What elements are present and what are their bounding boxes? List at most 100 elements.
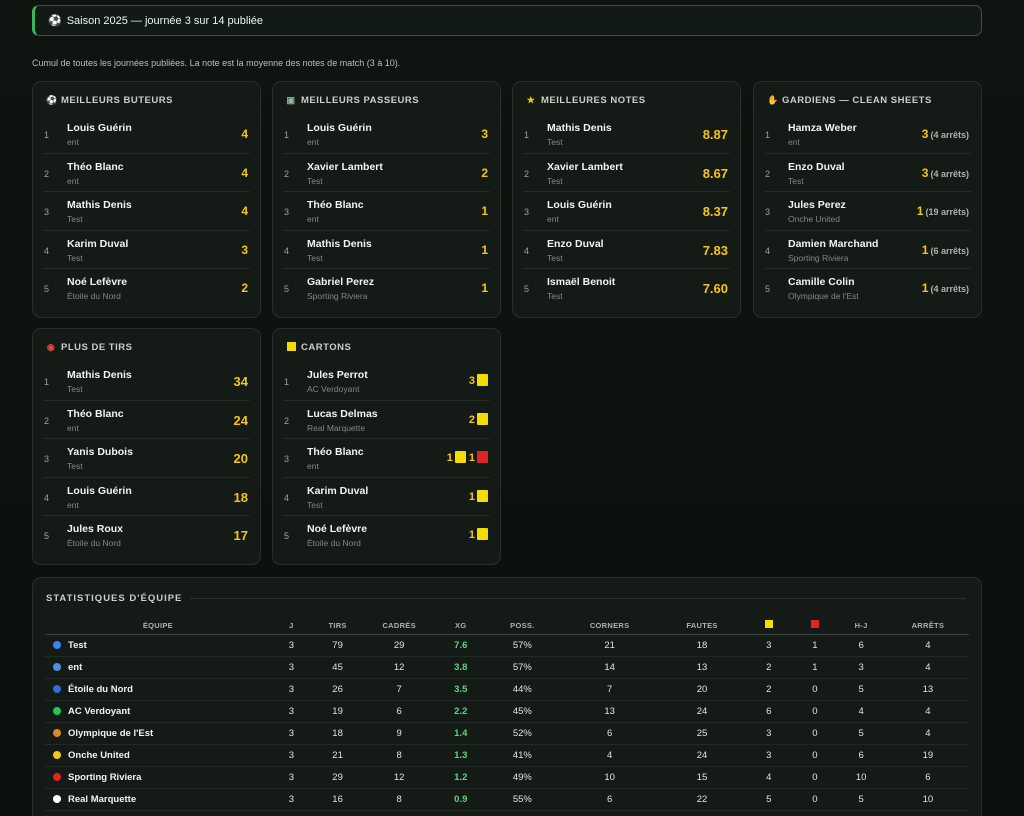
player-team: Étoile du Nord <box>307 538 361 548</box>
cell-j: 3 <box>270 656 312 679</box>
cell-tirs: 29 <box>311 766 364 789</box>
player-name: Mathis Denis <box>67 199 132 211</box>
cell-r: 0 <box>794 788 836 811</box>
list-item[interactable]: 5 Gabriel Perez Sporting Riviera 1 <box>283 269 490 308</box>
table-row[interactable]: AC Verdoyant 3 19 6 2.2 45% 13 24 6 0 4 4 <box>45 700 969 723</box>
list-item[interactable]: 5 Jules Roux Étoile du Nord 17 <box>43 516 250 555</box>
list-item[interactable]: 2 Enzo Duval Test 3 (4 arrêts) <box>764 154 971 192</box>
list-item[interactable]: 4 Karim Duval Test 3 <box>43 231 250 269</box>
column-header[interactable]: FAUTES <box>660 617 744 635</box>
list-item[interactable]: 3 Théo Blanc ent 1 1 <box>283 439 490 478</box>
list-item[interactable]: 4 Damien Marchand Sporting Riviera 1 (6 arrê… <box>764 231 971 269</box>
stat-value: 18 <box>233 489 248 505</box>
list-item[interactable]: 5 Noé Lefèvre Étoile du Nord 1 <box>283 516 490 555</box>
cell-hj: 3 <box>835 656 887 679</box>
cell-poss: 52% <box>486 722 559 745</box>
cell-y: 3 <box>743 744 795 767</box>
list-item[interactable]: 3 Mathis Denis Test 4 <box>43 192 250 231</box>
list-item[interactable]: 2 Théo Blanc ent 24 <box>43 401 250 439</box>
player-name: Hamza Weber <box>788 122 857 134</box>
cell-r: 1 <box>794 634 836 657</box>
player-team: ent <box>788 137 800 147</box>
column-header[interactable]: CORNERS <box>558 617 661 635</box>
cell-poss: 57% <box>486 634 559 657</box>
column-header[interactable]: J <box>270 617 312 635</box>
table-row[interactable]: Test 3 79 29 7.6 57% 21 18 3 1 6 4 <box>45 634 969 657</box>
cell-y: 6 <box>743 700 795 723</box>
list-item[interactable]: 3 Louis Guérin ent 8.37 <box>523 192 730 231</box>
cell-xg: 1.4 <box>435 722 487 745</box>
list-item[interactable]: 3 Yanis Dubois Test 20 <box>43 439 250 478</box>
list-item[interactable]: 4 Louis Guérin ent 18 <box>43 478 250 516</box>
list-item[interactable]: 5 Ismaël Benoit Test 7.60 <box>523 269 730 308</box>
cell-fautes: 25 <box>660 722 744 745</box>
list-item[interactable]: 2 Lucas Delmas Real Marquette 2 <box>283 401 490 439</box>
table-row[interactable]: Onche United 3 21 8 1.3 41% 4 24 3 0 6 19 <box>45 744 969 767</box>
stat-value: 24 <box>233 412 248 428</box>
list-item[interactable]: 1 Louis Guérin ent 4 <box>43 115 250 154</box>
cell-r: 0 <box>794 722 836 745</box>
column-header[interactable]: ÉQUIPE <box>45 617 271 635</box>
rank: 5 <box>284 531 290 541</box>
cell-fautes: 20 <box>660 678 744 701</box>
assist-icon: ▣ <box>286 95 296 105</box>
list-item[interactable]: 2 Théo Blanc ent 4 <box>43 154 250 192</box>
team-name: Onche United <box>68 749 130 761</box>
list-item[interactable]: 1 Mathis Denis Test 8.87 <box>523 115 730 154</box>
cell-poss: 41% <box>486 744 559 767</box>
list-item[interactable]: 5 Camille Colin Olympique de l'Est 1 (4 arrê… <box>764 269 971 308</box>
column-header[interactable] <box>794 617 836 635</box>
player-team: Olympique de l'Est <box>788 291 859 301</box>
list-item[interactable]: 2 Xavier Lambert Test 8.67 <box>523 154 730 192</box>
rank: 1 <box>284 377 290 387</box>
stat-value: 7.60 <box>702 281 728 296</box>
season-banner: ⚽ Saison 2025 — journée 3 sur 14 publiée <box>32 5 982 36</box>
table-row[interactable]: Real Marquette 3 16 8 0.9 55% 6 22 5 0 5 10 <box>45 788 969 811</box>
player-team: Étoile du Nord <box>67 291 121 301</box>
stat-value: 3 <box>469 374 488 387</box>
team-stats-title: STATISTIQUES D'ÉQUIPE <box>46 593 966 604</box>
rank: 2 <box>284 415 290 426</box>
list-item[interactable]: 1 Hamza Weber ent 3 (4 arrêts) <box>764 115 971 154</box>
column-header[interactable]: H-J <box>835 617 887 635</box>
rank: 5 <box>44 284 50 294</box>
player-team: ent <box>307 137 319 147</box>
player-name: Théo Blanc <box>307 199 364 211</box>
cell-arrets: 19 <box>886 744 969 767</box>
list-item[interactable]: 4 Karim Duval Test 1 <box>283 478 490 516</box>
column-header[interactable]: XG <box>435 617 487 635</box>
list-item[interactable]: 3 Jules Perez Onche United 1 (19 arrêts) <box>764 192 971 231</box>
stat-value: 7.83 <box>702 242 728 258</box>
list-item[interactable]: 2 Xavier Lambert Test 2 <box>283 154 490 192</box>
stat-value: 4 <box>241 204 248 218</box>
cell-xg: 7.6 <box>435 634 487 657</box>
table-row[interactable]: Sporting Riviera 3 29 12 1.2 49% 10 15 4 0 10 6 <box>45 766 969 789</box>
cell-hj: 6 <box>835 744 887 767</box>
list-item[interactable]: 1 Louis Guérin ent 3 <box>283 115 490 154</box>
stat-value: 1 (6 arrêts) <box>921 242 969 257</box>
cell-hj: 10 <box>835 766 887 789</box>
cell-y: 5 <box>743 788 795 811</box>
table-row[interactable]: ent 3 45 12 3.8 57% 14 13 2 1 3 4 <box>45 656 969 679</box>
list-item[interactable]: 1 Jules Perrot AC Verdoyant 3 <box>283 362 490 401</box>
list-item[interactable]: 4 Mathis Denis Test 1 <box>283 231 490 269</box>
column-header[interactable]: TIRS <box>311 617 364 635</box>
cell-xg: 1.3 <box>435 744 487 767</box>
rank: 3 <box>44 454 50 464</box>
stat-value: 3 (4 arrêts) <box>921 127 969 141</box>
list-item[interactable]: 4 Enzo Duval Test 7.83 <box>523 231 730 269</box>
list-item[interactable]: 5 Noé Lefèvre Étoile du Nord 2 <box>43 269 250 308</box>
column-header[interactable]: ARRÊTS <box>886 617 969 635</box>
table-row[interactable]: Olympique de l'Est 3 18 9 1.4 52% 6 25 3 0 5 4 <box>45 722 969 745</box>
stat-value: 1 <box>469 489 488 503</box>
list-item[interactable]: 3 Théo Blanc ent 1 <box>283 192 490 231</box>
cell-xg: 3.8 <box>435 656 487 679</box>
cell-xg: 2.2 <box>435 700 487 723</box>
table-row[interactable]: Étoile du Nord 3 26 7 3.5 44% 7 20 2 0 5 13 <box>45 678 969 701</box>
team-color-dot <box>53 772 61 781</box>
column-header[interactable]: CADRÉS <box>363 617 436 635</box>
list-item[interactable]: 1 Mathis Denis Test 34 <box>43 362 250 401</box>
column-header[interactable]: POSS. <box>486 617 559 635</box>
column-header[interactable] <box>743 617 795 635</box>
cell-y: 3 <box>743 722 795 745</box>
